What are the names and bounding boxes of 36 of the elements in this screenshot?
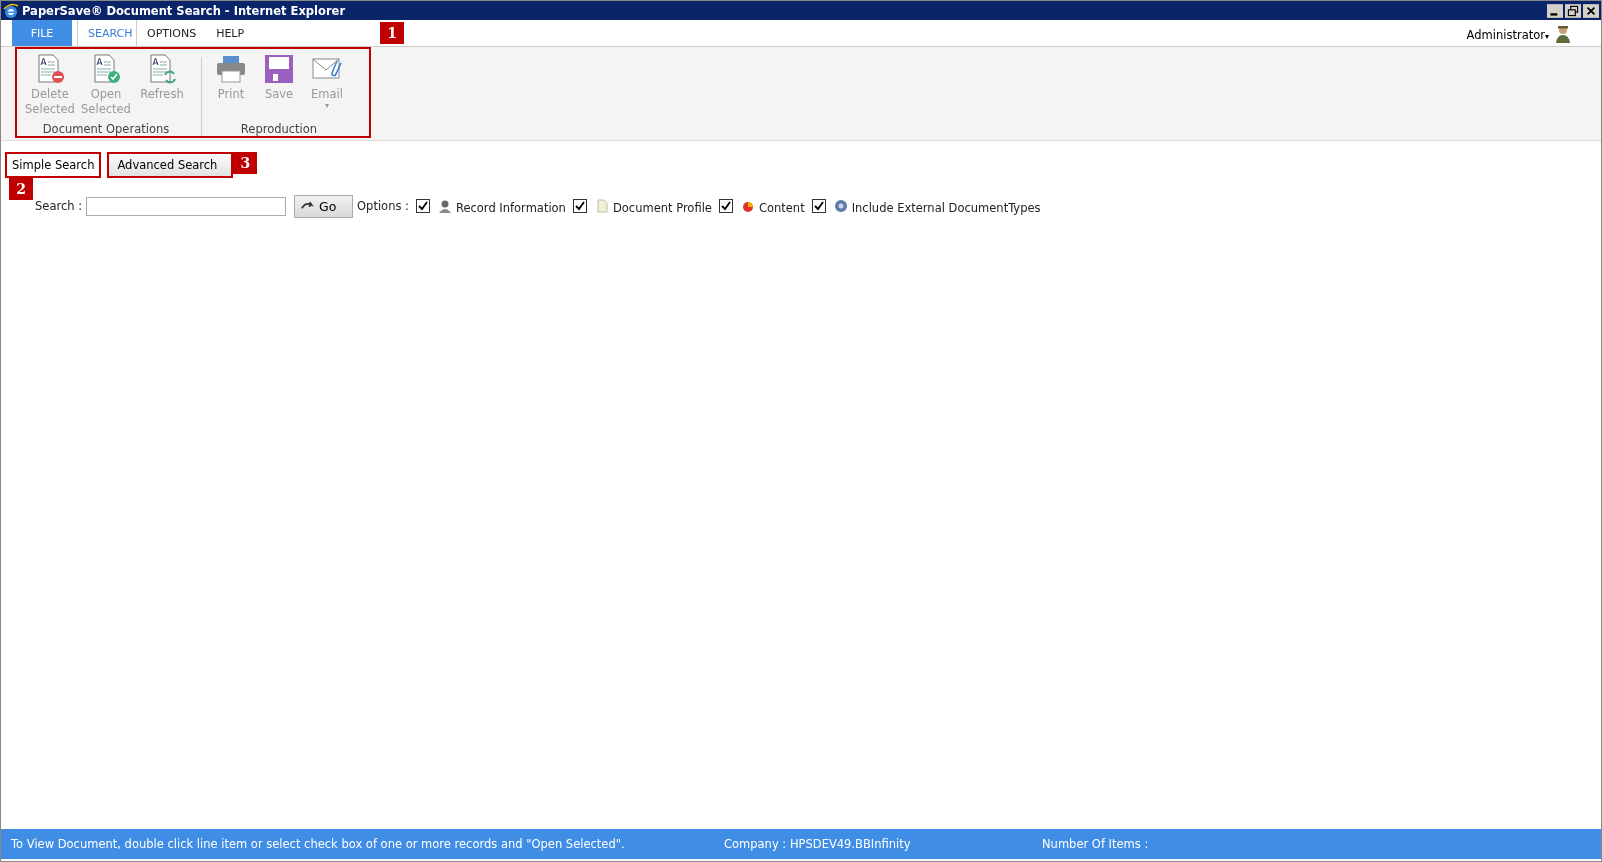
item-count-text: Number Of Items : (1042, 837, 1149, 851)
status-hint: To View Document, double click line item or select check box of one or more records and "Open Selected". (11, 837, 626, 851)
options-label: Options : (357, 199, 409, 213)
option-checkbox[interactable] (572, 199, 587, 213)
menu-tab[interactable]: SEARCH (77, 20, 137, 46)
callout-number: 3 (233, 152, 258, 174)
go-button[interactable]: Go (294, 194, 354, 218)
company-text: Company : HPSDEV49.BBInfinity (724, 837, 912, 851)
group-title: Reproduction (240, 122, 318, 136)
user-avatar-icon (1553, 23, 1573, 43)
document-icon (594, 199, 609, 213)
color-circle-icon (740, 199, 755, 213)
search-field[interactable] (86, 196, 287, 216)
user-menu[interactable]: Administrator▾ (1466, 28, 1549, 42)
callout-number: 1 (380, 22, 405, 44)
close-icon[interactable] (1583, 3, 1599, 18)
person-icon (437, 199, 452, 213)
option-label: Content (758, 200, 805, 215)
search-tab[interactable]: Simple Search (5, 152, 102, 178)
option-checkbox[interactable] (718, 199, 733, 213)
option-label: Record Information (455, 200, 566, 215)
arrow-icon (301, 200, 316, 212)
option-checkbox[interactable] (811, 199, 826, 213)
browser-logo-icon (3, 2, 19, 19)
option-label: Include External DocumentTypes (851, 200, 1041, 215)
option-checkbox[interactable] (415, 199, 430, 213)
window-title: PaperSave® Document Search - Internet Explorer (22, 3, 346, 18)
option-label: Document Profile (612, 200, 712, 215)
menu-tab[interactable]: FILE (12, 20, 72, 46)
printer-icon (215, 53, 247, 85)
callout-number: 2 (9, 178, 33, 200)
search-tab[interactable]: Advanced Search (107, 152, 234, 178)
search-label: Search : (35, 199, 83, 213)
restore-icon[interactable] (1565, 3, 1581, 18)
group-title: Document Operations (42, 122, 170, 136)
minimize-icon[interactable] (1547, 3, 1563, 18)
